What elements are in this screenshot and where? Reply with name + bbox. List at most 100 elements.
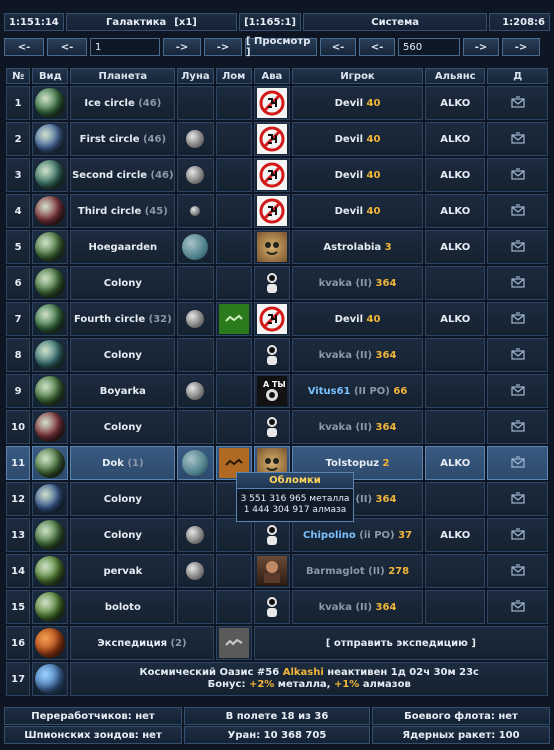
oasis-planet-icon[interactable]: [35, 664, 66, 694]
player-name[interactable]: Barmaglot: [306, 566, 365, 577]
planet-name[interactable]: pervak: [103, 566, 142, 577]
planet-name[interactable]: Colony: [104, 278, 142, 289]
planet-name-cell[interactable]: Fourth circle (32): [70, 302, 176, 336]
planet-name-cell[interactable]: Colony: [70, 338, 176, 372]
planet-cell[interactable]: [32, 518, 69, 552]
planet-cell[interactable]: [32, 590, 69, 624]
player-name[interactable]: kvaka: [319, 602, 352, 613]
player-name[interactable]: Astrolabia: [323, 242, 381, 253]
player-name[interactable]: Devil: [335, 170, 363, 181]
planet-name[interactable]: Colony: [104, 494, 142, 505]
planet-name-cell[interactable]: Ice circle (46): [70, 86, 176, 120]
alliance-cell[interactable]: ALKO: [425, 158, 486, 192]
moon-icon[interactable]: [186, 310, 205, 328]
player-cell[interactable]: kvaka (II) 364: [292, 338, 424, 372]
message-icon[interactable]: [511, 527, 525, 540]
player-cell[interactable]: Astrolabia 3: [292, 230, 424, 264]
send-expedition-link[interactable]: [ отправить экспедицию ]: [253, 626, 548, 660]
alliance-name[interactable]: ALKO: [440, 98, 470, 109]
planet-icon[interactable]: [35, 196, 66, 226]
planet-cell[interactable]: [32, 158, 69, 192]
planet-cell[interactable]: [32, 374, 69, 408]
planet-icon[interactable]: [35, 232, 66, 262]
oasis-owner-link[interactable]: Alkashi: [283, 667, 324, 678]
player-name[interactable]: kvaka: [319, 278, 352, 289]
planet-icon[interactable]: [35, 448, 66, 478]
system-next-fast-button[interactable]: ->: [502, 38, 540, 56]
planet-name[interactable]: Ice circle: [84, 98, 134, 109]
alliance-cell[interactable]: ALKO: [425, 518, 486, 552]
player-cell[interactable]: kvaka (II) 364: [292, 266, 424, 300]
alliance-cell[interactable]: [425, 590, 486, 624]
alliance-cell[interactable]: [425, 374, 486, 408]
galaxy-input[interactable]: 1: [90, 38, 160, 56]
message-icon[interactable]: [511, 239, 525, 252]
planet-name[interactable]: Colony: [104, 422, 142, 433]
planet-name-cell[interactable]: First circle (46): [70, 122, 176, 156]
message-icon[interactable]: [511, 419, 525, 432]
planet-cell[interactable]: [32, 302, 69, 336]
player-name[interactable]: kvaka: [319, 350, 352, 361]
alliance-name[interactable]: ALKO: [440, 242, 470, 253]
planet-cell[interactable]: [32, 194, 69, 228]
player-cell[interactable]: Devil 40: [292, 194, 424, 228]
message-icon[interactable]: [511, 131, 525, 144]
galaxy-prev-button[interactable]: <-: [47, 38, 87, 56]
system-next-button[interactable]: ->: [463, 38, 499, 56]
player-cell[interactable]: Devil 40: [292, 302, 424, 336]
alliance-cell[interactable]: ALKO: [425, 86, 486, 120]
planet-cell[interactable]: [32, 554, 69, 588]
planet-icon[interactable]: [35, 376, 66, 406]
planet-cell[interactable]: [32, 662, 69, 696]
planet-name[interactable]: Third circle: [78, 206, 141, 217]
alliance-cell[interactable]: [425, 554, 486, 588]
planet-name-cell[interactable]: pervak: [70, 554, 176, 588]
player-cell[interactable]: kvaka (II) 364: [292, 590, 424, 624]
moon-icon[interactable]: [182, 234, 209, 260]
alliance-cell[interactable]: [425, 338, 486, 372]
planet-cell[interactable]: [32, 446, 69, 480]
planet-cell[interactable]: [32, 230, 69, 264]
planet-name[interactable]: boloto: [105, 602, 141, 613]
player-name[interactable]: Vitus61: [308, 386, 351, 397]
player-name[interactable]: kvaka: [319, 422, 352, 433]
alliance-cell[interactable]: ALKO: [425, 194, 486, 228]
moon-icon[interactable]: [186, 166, 205, 184]
moon-icon[interactable]: [186, 526, 205, 544]
moon-icon[interactable]: [190, 206, 201, 216]
planet-icon[interactable]: [35, 484, 66, 514]
alliance-cell[interactable]: [425, 410, 486, 444]
planet-name[interactable]: Boyarka: [100, 386, 146, 397]
player-name[interactable]: Tolstopuz: [326, 458, 380, 469]
moon-icon[interactable]: [186, 130, 205, 148]
player-cell[interactable]: Devil 40: [292, 122, 424, 156]
alliance-cell[interactable]: [425, 266, 486, 300]
planet-icon[interactable]: [35, 556, 66, 586]
planet-icon[interactable]: [35, 304, 66, 334]
message-icon[interactable]: [511, 383, 525, 396]
message-icon[interactable]: [511, 455, 525, 468]
planet-icon[interactable]: [35, 160, 66, 190]
system-input[interactable]: 560: [398, 38, 460, 56]
planet-icon[interactable]: [35, 520, 66, 550]
player-name[interactable]: Devil: [335, 134, 363, 145]
alliance-name[interactable]: ALKO: [440, 458, 470, 469]
planet-name-cell[interactable]: Colony: [70, 518, 176, 552]
debris-icon[interactable]: [218, 304, 249, 334]
planet-icon[interactable]: [35, 124, 66, 154]
planet-cell[interactable]: [32, 410, 69, 444]
planet-name[interactable]: Dok: [102, 458, 124, 469]
player-name[interactable]: Devil: [335, 98, 363, 109]
planet-name-cell[interactable]: Colony: [70, 410, 176, 444]
message-icon[interactable]: [511, 347, 525, 360]
planet-cell[interactable]: [32, 266, 69, 300]
message-icon[interactable]: [511, 491, 525, 504]
player-cell[interactable]: Devil 40: [292, 158, 424, 192]
alliance-name[interactable]: ALKO: [440, 206, 470, 217]
alliance-name[interactable]: ALKO: [440, 314, 470, 325]
player-cell[interactable]: Devil 40: [292, 86, 424, 120]
planet-name[interactable]: Second circle: [72, 170, 147, 181]
planet-name-cell[interactable]: Dok (1): [70, 446, 176, 480]
planet-name-cell[interactable]: Boyarka: [70, 374, 176, 408]
player-name[interactable]: Devil: [335, 314, 363, 325]
